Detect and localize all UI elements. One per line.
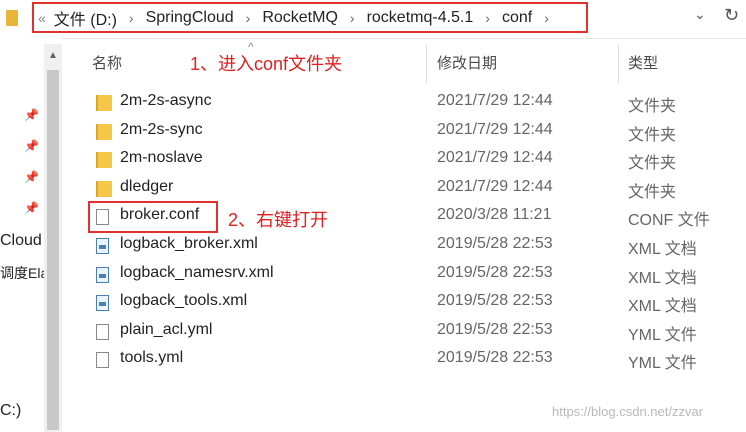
file-name[interactable]: plain_acl.yml [120,321,212,339]
breadcrumb-springcloud[interactable]: SpringCloud [146,9,234,27]
file-row[interactable]: tools.yml 2019/5/28 22:53 YML 文件 [62,346,746,374]
column-divider[interactable] [426,44,427,84]
file-name[interactable]: logback_namesrv.xml [120,264,274,282]
column-header-type[interactable]: 类型 [628,52,658,73]
file-name[interactable]: 2m-2s-async [120,92,212,110]
file-type: 文件夹 [628,126,677,144]
refresh-icon[interactable]: ↻ [724,5,739,26]
file-row[interactable]: 2m-noslave 2021/7/29 12:44 文件夹 [62,146,746,174]
folder-icon [96,95,112,111]
file-modified-date: 2019/5/28 22:53 [437,263,553,281]
column-header-name[interactable]: 名称 [92,52,122,73]
file-modified-date: 2020/3/28 11:21 [437,206,552,224]
vertical-scrollbar[interactable]: ▲ [44,44,62,432]
breadcrumb-separator-icon[interactable]: › [246,10,251,26]
file-row[interactable]: logback_namesrv.xml 2019/5/28 22:53 XML 文档 [62,261,746,289]
file-modified-date: 2021/7/29 12:44 [437,149,553,167]
pin-icon: 📌 [24,139,39,153]
breadcrumb-separator-icon[interactable]: › [544,10,549,26]
file-modified-date: 2019/5/28 22:53 [437,320,553,338]
pin-icon: 📌 [24,170,39,184]
file-type: 文件夹 [628,155,677,173]
pin-icon: 📌 [24,201,39,215]
xml-file-icon [96,295,109,312]
file-type: XML 文档 [628,298,697,316]
column-divider[interactable] [618,44,619,84]
file-name[interactable]: 2m-noslave [120,149,203,167]
file-name[interactable]: logback_tools.xml [120,292,247,310]
column-header-modified[interactable]: 修改日期 [437,52,497,73]
folder-icon [96,152,112,169]
file-type: XML 文档 [628,241,697,258]
file-type: YML 文件 [628,355,697,373]
breadcrumb-separator-icon[interactable]: › [485,10,490,26]
annotation-step1: 1、进入conf文件夹 [190,54,343,74]
scroll-up-icon[interactable]: ▲ [48,50,58,61]
pin-icon: 📌 [24,108,39,122]
file-icon [96,323,109,340]
breadcrumb-conf[interactable]: conf [502,9,532,27]
xml-file-icon [96,266,109,283]
file-type: YML 文件 [628,326,697,344]
breadcrumb-separator-icon[interactable]: › [129,10,134,26]
file-row[interactable]: plain_acl.yml 2019/5/28 22:53 YML 文件 [62,318,746,346]
xml-file-icon [96,238,109,254]
breadcrumb-rocketmq-version[interactable]: rocketmq-4.5.1 [367,9,474,27]
file-name[interactable]: tools.yml [120,349,183,367]
file-row[interactable]: dledger 2021/7/29 12:44 文件夹 [62,175,746,203]
address-bar: « 文件 (D:) › SpringCloud › RocketMQ › roc… [0,0,746,39]
breadcrumb[interactable]: « 文件 (D:) › SpringCloud › RocketMQ › roc… [32,2,588,33]
nav-item-c-drive[interactable]: C:) [0,402,21,420]
breadcrumb-rocketmq[interactable]: RocketMQ [262,9,338,27]
file-type: XML 文档 [628,269,697,287]
file-icon [96,352,109,369]
nav-item-cloud[interactable]: Cloud [0,232,42,250]
file-type: CONF 文件 [628,212,710,230]
file-name[interactable]: dledger [120,178,173,196]
file-row[interactable]: logback_tools.xml 2019/5/28 22:53 XML 文档 [62,289,746,317]
annotation-step2: 2、右键打开 [228,210,329,230]
chevron-down-icon[interactable]: ⌄ [694,6,706,23]
file-modified-date: 2019/5/28 22:53 [437,292,553,310]
back-chevron-icon[interactable]: « [38,10,46,26]
file-row[interactable]: 2m-2s-async 2021/7/29 12:44 文件夹 [62,89,746,117]
file-modified-date: 2019/5/28 22:53 [437,349,553,367]
file-modified-date: 2021/7/29 12:44 [437,92,553,109]
file-modified-date: 2019/5/28 22:53 [437,235,553,252]
breadcrumb-drive[interactable]: 文件 (D:) [54,6,117,30]
folder-icon [96,123,112,140]
file-modified-date: 2021/7/29 12:44 [437,120,553,138]
folder-icon [96,180,112,197]
file-name[interactable]: 2m-2s-sync [120,121,203,139]
watermark: https://blog.csdn.net/zzvar [552,404,704,419]
nav-item-ela[interactable]: 调度Ela [0,263,48,283]
file-row[interactable]: logback_broker.xml 2019/5/28 22:53 XML 文档 [62,232,746,260]
file-type: 文件夹 [628,98,677,115]
file-name[interactable]: logback_broker.xml [120,235,258,253]
scrollbar-thumb[interactable] [47,70,59,430]
file-row[interactable]: 2m-2s-sync 2021/7/29 12:44 文件夹 [62,118,746,146]
file-modified-date: 2021/7/29 12:44 [437,177,553,195]
file-type: 文件夹 [628,183,677,201]
breadcrumb-separator-icon[interactable]: › [350,10,355,26]
folder-icon [6,10,18,26]
highlight-box [88,201,218,233]
